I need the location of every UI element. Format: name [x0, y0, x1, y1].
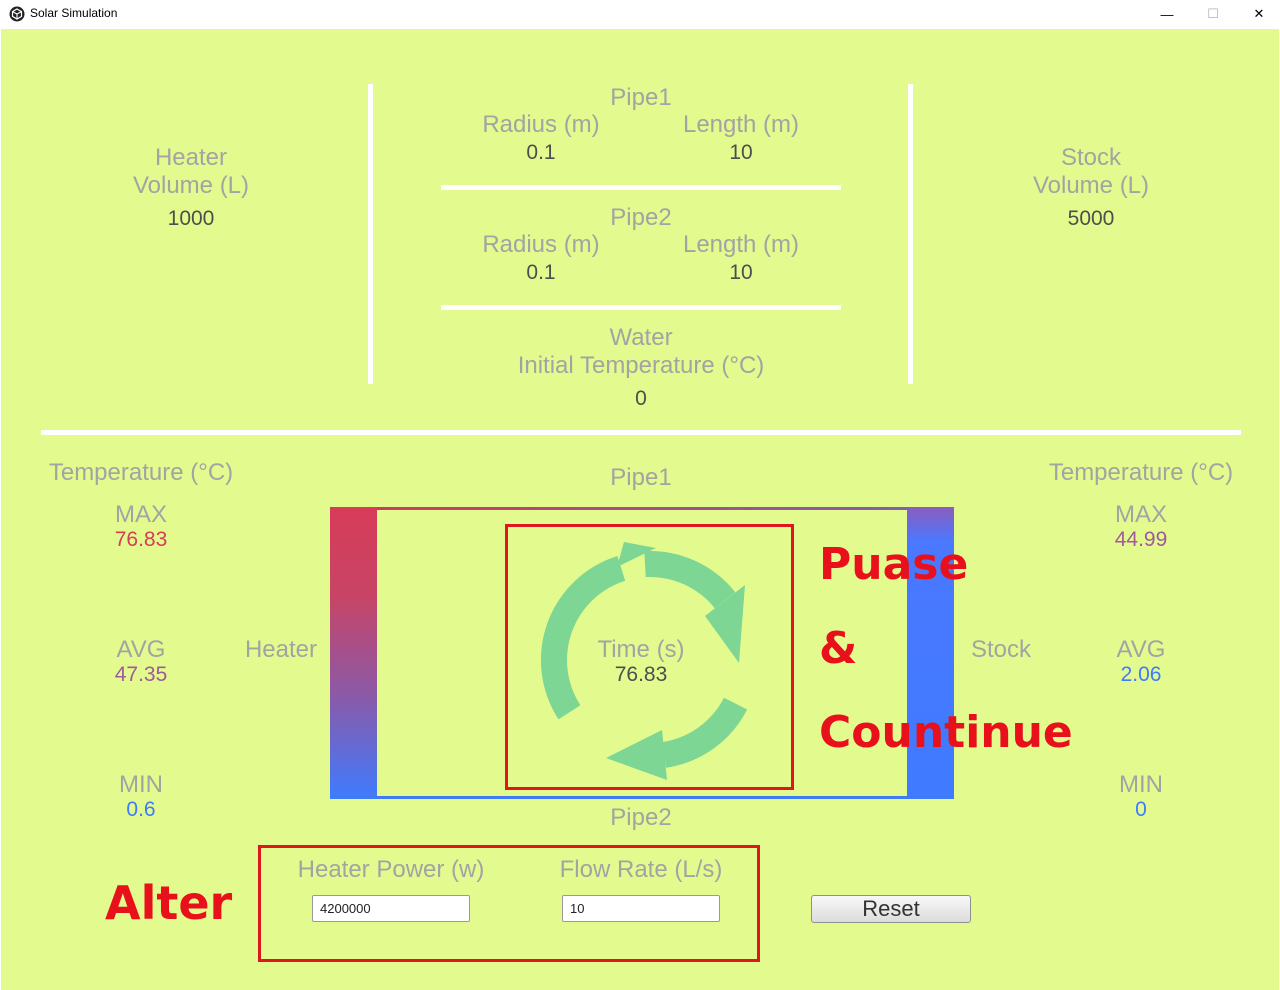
stock-avg-label: AVG	[1116, 636, 1166, 663]
water-initial-temp-value[interactable]: 0	[591, 387, 691, 411]
pipe1-config-title: Pipe1	[610, 84, 672, 111]
stock-temp-header: Temperature (°C)	[1048, 459, 1234, 486]
stock-min-value: 0	[1135, 798, 1147, 821]
window-titlebar: Solar Simulation — ☐ ✕	[0, 0, 1280, 28]
pipe2-radius-value[interactable]: 0.1	[441, 261, 641, 285]
close-button[interactable]: ✕	[1236, 0, 1280, 28]
alter-highlight	[258, 845, 760, 962]
divider-section	[41, 430, 1241, 435]
pipe1-radius-value[interactable]: 0.1	[441, 141, 641, 165]
stock-min-label: MIN	[1119, 771, 1163, 798]
heater-tank	[330, 507, 377, 799]
pipe1-length-label: Length (m)	[682, 111, 800, 138]
reset-button[interactable]: Reset	[811, 895, 971, 923]
heater-avg-label: AVG	[116, 636, 166, 663]
unity-cube-icon	[9, 6, 25, 22]
water-temp-title: Water Initial Temperature (°C)	[517, 324, 765, 379]
heater-avg-value: 47.35	[114, 663, 168, 686]
pipe2-radius-label: Radius (m)	[482, 231, 600, 258]
heater-volume-title: Heater Volume (L)	[132, 144, 250, 199]
heater-min-value: 0.6	[126, 798, 156, 821]
pipe2-length-value[interactable]: 10	[641, 261, 841, 285]
heater-label: Heater	[244, 636, 318, 663]
pause-annotation-line1: Puase	[819, 539, 969, 590]
alter-annotation: Alter	[105, 876, 233, 930]
maximize-button[interactable]: ☐	[1190, 0, 1236, 28]
stock-volume-title: Stock Volume (L)	[1032, 144, 1150, 199]
stock-max-value: 44.99	[1114, 528, 1168, 551]
pipe1-radius-label: Radius (m)	[482, 111, 600, 138]
minimize-button[interactable]: —	[1144, 0, 1190, 28]
heater-temp-header: Temperature (°C)	[48, 459, 234, 486]
pipe2-tube	[330, 796, 954, 799]
pipe1-label: Pipe1	[610, 464, 672, 491]
pipe2-config-title: Pipe2	[610, 204, 672, 231]
pipe2-label: Pipe2	[610, 804, 672, 831]
pipe1-tube	[330, 507, 954, 510]
pause-continue-highlight	[505, 524, 794, 790]
divider-pipe2	[441, 305, 841, 310]
divider-right	[908, 84, 913, 384]
divider-pipe1	[441, 185, 841, 190]
stock-label: Stock	[970, 636, 1032, 663]
heater-max-label: MAX	[114, 501, 167, 528]
stock-volume-value[interactable]: 5000	[991, 207, 1191, 231]
stock-avg-value: 2.06	[1120, 663, 1162, 686]
heater-volume-value[interactable]: 1000	[91, 207, 291, 231]
simulation-panel: Heater Volume (L) 1000 Pipe1 Radius (m) …	[1, 29, 1279, 990]
window-title: Solar Simulation	[30, 6, 118, 20]
stock-max-label: MAX	[1114, 501, 1167, 528]
pause-annotation-line2: &	[819, 623, 858, 674]
heater-min-label: MIN	[119, 771, 163, 798]
heater-max-value: 76.83	[114, 528, 168, 551]
pipe1-length-value[interactable]: 10	[641, 141, 841, 165]
pipe2-length-label: Length (m)	[682, 231, 800, 258]
divider-left	[368, 84, 373, 384]
pause-annotation-line3: Countinue	[819, 707, 1073, 758]
